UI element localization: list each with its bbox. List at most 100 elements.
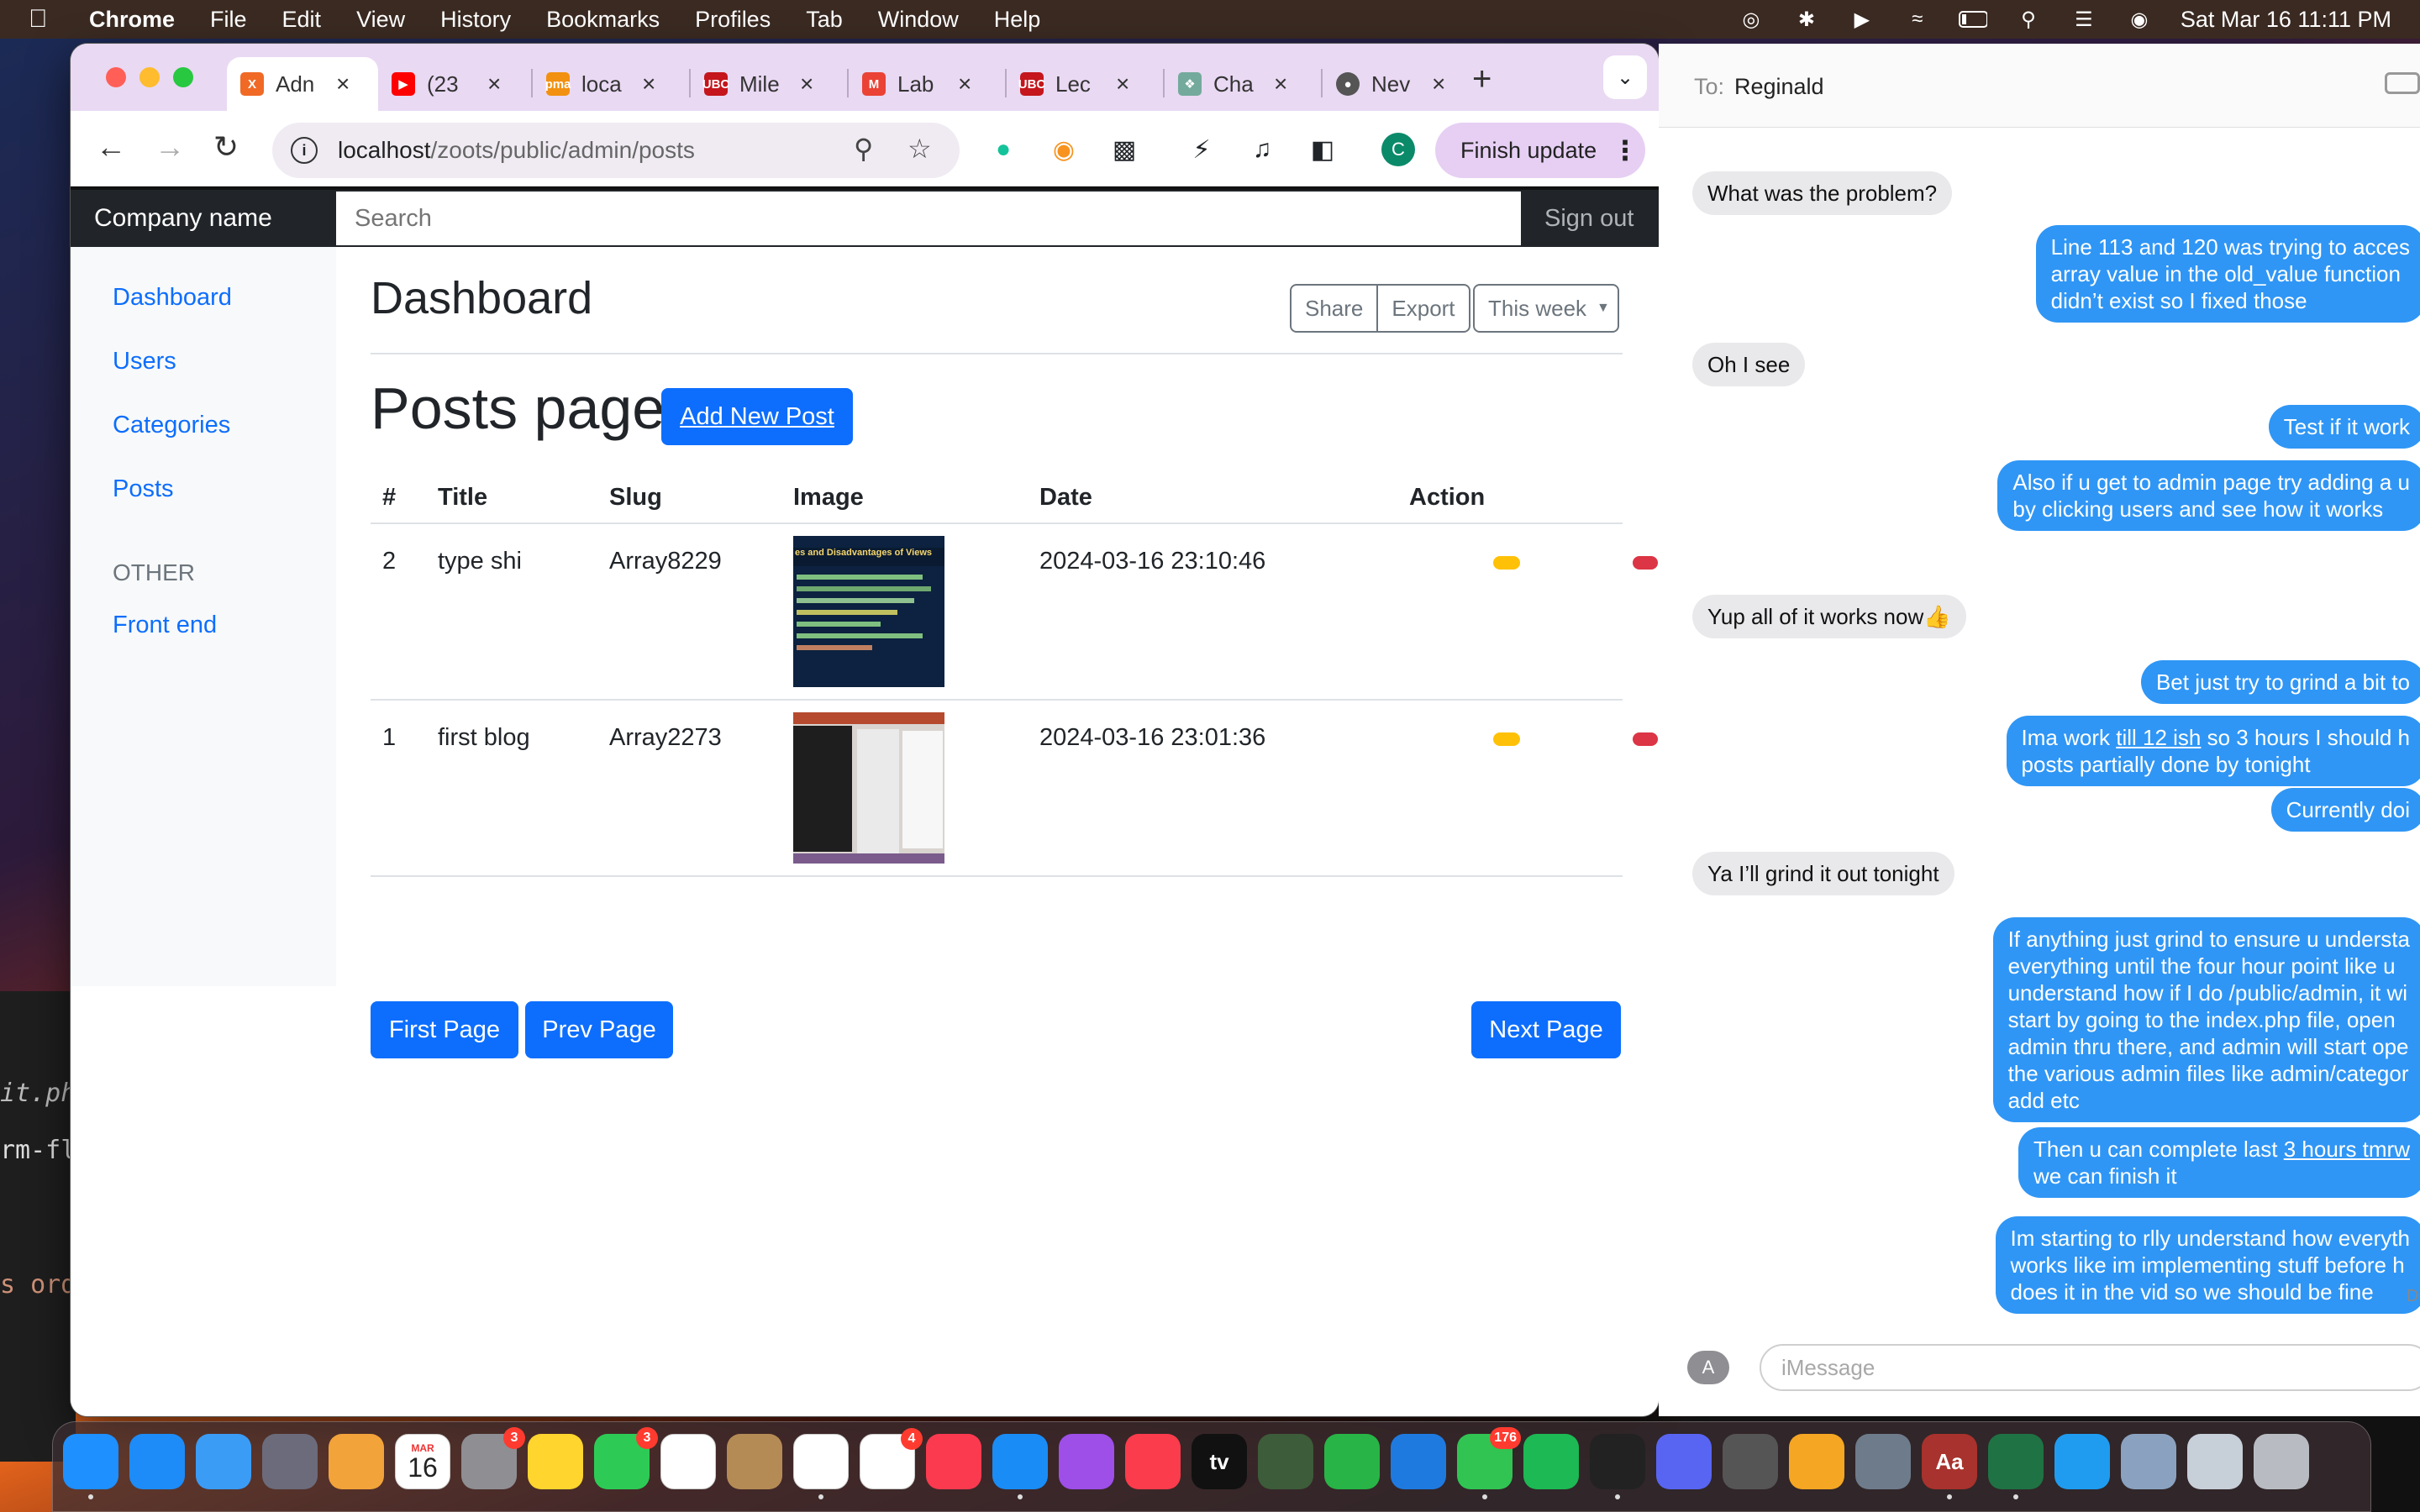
next-page-button[interactable]: Next Page bbox=[1471, 1001, 1621, 1058]
menu-profiles[interactable]: Profiles bbox=[695, 7, 771, 33]
more-menu-icon[interactable]: ⋮ bbox=[1612, 134, 1639, 166]
apple-menu-icon[interactable]:  bbox=[29, 5, 71, 34]
screen-recorder-icon[interactable] bbox=[1723, 1434, 1778, 1489]
news-icon[interactable] bbox=[1125, 1434, 1181, 1489]
incoming-message-bubble[interactable]: Oh I see bbox=[1692, 343, 1806, 386]
app-store-apps-icon[interactable]: A bbox=[1687, 1351, 1729, 1384]
sidebar-item-categories[interactable]: Categories bbox=[113, 412, 230, 439]
menu-history[interactable]: History bbox=[440, 7, 511, 33]
close-tab-icon[interactable]: × bbox=[958, 71, 971, 97]
side-panel-icon[interactable]: ◧ bbox=[1306, 133, 1339, 166]
safari-icon[interactable] bbox=[129, 1434, 185, 1489]
control-center-icon[interactable]: ☰ bbox=[2070, 8, 2098, 31]
menu-view[interactable]: View bbox=[356, 7, 405, 33]
delete-post-button[interactable] bbox=[1633, 732, 1658, 746]
photos-icon[interactable] bbox=[329, 1434, 384, 1489]
spotlight-search-icon[interactable]: ⚲ bbox=[2014, 8, 2043, 31]
zoom-search-icon[interactable]: ⚲ bbox=[854, 133, 873, 165]
keynote-icon[interactable] bbox=[1391, 1434, 1446, 1489]
downloads-icon[interactable] bbox=[2121, 1434, 2176, 1489]
freeform-icon[interactable] bbox=[660, 1434, 716, 1489]
close-tab-icon[interactable]: × bbox=[642, 71, 655, 97]
close-tab-icon[interactable]: × bbox=[487, 71, 501, 97]
pages-icon[interactable] bbox=[1789, 1434, 1844, 1489]
menu-file[interactable]: File bbox=[210, 7, 247, 33]
sign-out-link[interactable]: Sign out bbox=[1544, 205, 1634, 233]
reload-icon[interactable]: ↻ bbox=[213, 129, 239, 165]
menu-window[interactable]: Window bbox=[878, 7, 959, 33]
music-icon[interactable] bbox=[926, 1434, 981, 1489]
forward-arrow-icon[interactable]: → bbox=[155, 129, 185, 165]
spotify-icon[interactable] bbox=[1523, 1434, 1579, 1489]
bluetooth-icon[interactable]: ✱ bbox=[1792, 8, 1821, 31]
now-playing-icon[interactable]: ▶ bbox=[1848, 8, 1876, 31]
dictionary-icon[interactable]: Aa bbox=[1922, 1434, 1977, 1489]
calendar-icon[interactable]: MAR 16 bbox=[395, 1434, 450, 1489]
recipient-name[interactable]: Reginald bbox=[1734, 74, 1824, 100]
first-page-button[interactable]: First Page bbox=[371, 1001, 518, 1058]
browser-tab[interactable]: UBC Mile × bbox=[691, 57, 845, 111]
system-settings-icon[interactable]: 3 bbox=[461, 1427, 525, 1489]
minimize-window-button[interactable] bbox=[139, 67, 160, 87]
back-arrow-icon[interactable]: ← bbox=[96, 129, 126, 165]
menu-help[interactable]: Help bbox=[994, 7, 1041, 33]
mail-icon[interactable] bbox=[196, 1434, 251, 1489]
finish-update-button[interactable]: Finish update ⋮ bbox=[1435, 123, 1645, 178]
zoom-window-button[interactable] bbox=[173, 67, 193, 87]
siri-icon[interactable]: ◉ bbox=[2125, 8, 2154, 31]
outgoing-message-bubble[interactable]: Also if u get to admin page try adding a… bbox=[1997, 460, 2420, 531]
browser-tab[interactable]: M Lab × bbox=[849, 57, 1003, 111]
close-tab-icon[interactable]: × bbox=[1274, 71, 1287, 97]
reminders-icon[interactable]: 4 bbox=[860, 1428, 923, 1489]
add-new-post-button[interactable]: Add New Post bbox=[661, 388, 853, 445]
sidebar-item-front-end[interactable]: Front end bbox=[113, 612, 217, 639]
imessage-input[interactable]: iMessage bbox=[1760, 1344, 2420, 1391]
browser-tab[interactable]: UBC Lec × bbox=[1007, 57, 1161, 111]
wifi-icon[interactable]: ≈ bbox=[1903, 8, 1932, 30]
grammarly-icon[interactable]: ● bbox=[986, 133, 1020, 166]
outgoing-message-bubble[interactable]: Line 113 and 120 was trying to acces arra… bbox=[2035, 225, 2420, 323]
app-store-icon[interactable] bbox=[992, 1434, 1048, 1489]
menu-tab[interactable]: Tab bbox=[806, 7, 843, 33]
close-tab-icon[interactable]: × bbox=[336, 71, 350, 97]
sidebar-item-dashboard[interactable]: Dashboard bbox=[113, 284, 232, 312]
numbers-icon[interactable] bbox=[1324, 1434, 1380, 1489]
outgoing-message-bubble[interactable]: Currently doi bbox=[2270, 788, 2420, 832]
close-window-button[interactable] bbox=[106, 67, 126, 87]
tab-search-chevron-icon[interactable]: ⌄ bbox=[1603, 55, 1647, 99]
browser-tab[interactable]: ▶ (23 × bbox=[378, 57, 529, 111]
sidebar-item-posts[interactable]: Posts bbox=[113, 475, 174, 503]
outgoing-message-bubble[interactable]: Test if it work bbox=[2268, 405, 2420, 449]
share-button[interactable]: Share bbox=[1290, 284, 1379, 333]
messages-icon[interactable]: 176 bbox=[1457, 1427, 1521, 1489]
menu-bookmarks[interactable]: Bookmarks bbox=[546, 7, 660, 33]
site-info-icon[interactable]: i bbox=[291, 137, 318, 164]
new-tab-button[interactable]: + bbox=[1472, 60, 1491, 98]
browser-tab[interactable]: ● Nev × bbox=[1323, 57, 1465, 111]
profile-avatar[interactable]: C bbox=[1381, 133, 1415, 166]
search-input[interactable] bbox=[336, 192, 1521, 245]
chrome-icon[interactable] bbox=[793, 1434, 849, 1489]
edit-post-button[interactable] bbox=[1493, 556, 1520, 570]
facetime-icon[interactable]: 3 bbox=[594, 1427, 658, 1489]
media-controls-icon[interactable]: ♫ bbox=[1245, 133, 1279, 166]
incoming-message-bubble[interactable]: Ya I’ll grind it out tonight bbox=[1692, 852, 1954, 895]
launchpad-icon[interactable] bbox=[262, 1434, 318, 1489]
terminal-icon[interactable] bbox=[1590, 1434, 1645, 1489]
export-button[interactable]: Export bbox=[1378, 284, 1470, 333]
this-week-dropdown[interactable]: This week ▼ bbox=[1473, 284, 1619, 333]
excel-icon[interactable] bbox=[1988, 1434, 2044, 1489]
atom-icon[interactable] bbox=[1258, 1434, 1313, 1489]
preferences-icon[interactable] bbox=[1855, 1434, 1911, 1489]
menu-edit[interactable]: Edit bbox=[282, 7, 322, 33]
trash-icon[interactable] bbox=[2254, 1434, 2309, 1489]
bookmark-star-icon[interactable]: ☆ bbox=[908, 133, 932, 165]
sidebar-item-users[interactable]: Users bbox=[113, 348, 176, 375]
outgoing-message-bubble[interactable]: Im starting to rlly understand how every… bbox=[1995, 1216, 2420, 1314]
close-tab-icon[interactable]: × bbox=[1432, 71, 1445, 97]
outgoing-message-bubble[interactable]: If anything just grind to ensure u under… bbox=[1992, 917, 2420, 1122]
airdrop-icon[interactable]: ◎ bbox=[1737, 8, 1765, 31]
close-tab-icon[interactable]: × bbox=[800, 71, 813, 97]
discord-icon[interactable] bbox=[1656, 1434, 1712, 1489]
documents-icon[interactable] bbox=[2187, 1434, 2243, 1489]
